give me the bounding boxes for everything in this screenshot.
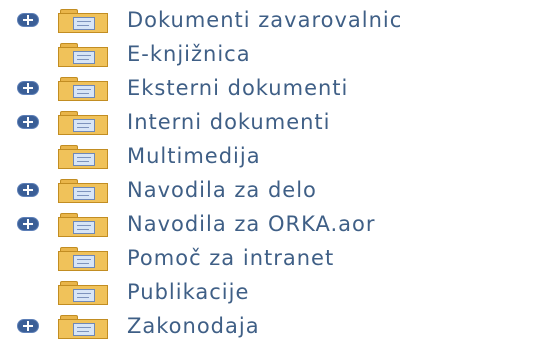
tree-node-interni-dokumenti[interactable]: Interni dokumenti <box>0 105 545 139</box>
tree-node-label[interactable]: Publikacije <box>127 275 249 309</box>
tree-node-eksterni-dokumenti[interactable]: Eksterni dokumenti <box>0 71 545 105</box>
tree-node-navodila-za-orka[interactable]: Navodila za ORKA.aor <box>0 207 545 241</box>
folder-icon <box>58 247 108 271</box>
tree-node-e-knjiznica[interactable]: E-knjižnica <box>0 37 545 71</box>
tree-node-label[interactable]: Zakonodaja <box>127 309 260 343</box>
folder-icon <box>58 315 108 339</box>
tree-node-multimedija[interactable]: Multimedija <box>0 139 545 173</box>
tree-node-label[interactable]: Interni dokumenti <box>127 105 331 139</box>
folder-icon <box>58 213 108 237</box>
expand-plus-icon[interactable] <box>17 13 39 27</box>
expand-plus-icon[interactable] <box>17 81 39 95</box>
tree-node-label[interactable]: Multimedija <box>127 139 261 173</box>
tree-node-pomoc-za-intranet[interactable]: Pomoč za intranet <box>0 241 545 275</box>
expand-plus-icon[interactable] <box>17 183 39 197</box>
tree-node-navodila-za-delo[interactable]: Navodila za delo <box>0 173 545 207</box>
tree-node-label[interactable]: E-knjižnica <box>127 37 251 71</box>
folder-icon <box>58 179 108 203</box>
tree-node-dokumenti-zavarovalnic[interactable]: Dokumenti zavarovalnic <box>0 3 545 37</box>
expand-plus-icon[interactable] <box>17 115 39 129</box>
folder-icon <box>58 111 108 135</box>
folder-icon <box>58 77 108 101</box>
tree-node-publikacije[interactable]: Publikacije <box>0 275 545 309</box>
tree-node-label[interactable]: Navodila za delo <box>127 173 317 207</box>
folder-icon <box>58 145 108 169</box>
tree-node-label[interactable]: Dokumenti zavarovalnic <box>127 3 402 37</box>
expand-plus-icon[interactable] <box>17 319 39 333</box>
folder-tree: Dokumenti zavarovalnic E-knjižnica Ekste… <box>0 0 545 343</box>
folder-icon <box>58 281 108 305</box>
tree-node-zakonodaja[interactable]: Zakonodaja <box>0 309 545 343</box>
tree-node-label[interactable]: Eksterni dokumenti <box>127 71 348 105</box>
tree-node-label[interactable]: Pomoč za intranet <box>127 241 334 275</box>
folder-icon <box>58 43 108 67</box>
tree-node-label[interactable]: Navodila za ORKA.aor <box>127 207 376 241</box>
folder-icon <box>58 9 108 33</box>
expand-plus-icon[interactable] <box>17 217 39 231</box>
